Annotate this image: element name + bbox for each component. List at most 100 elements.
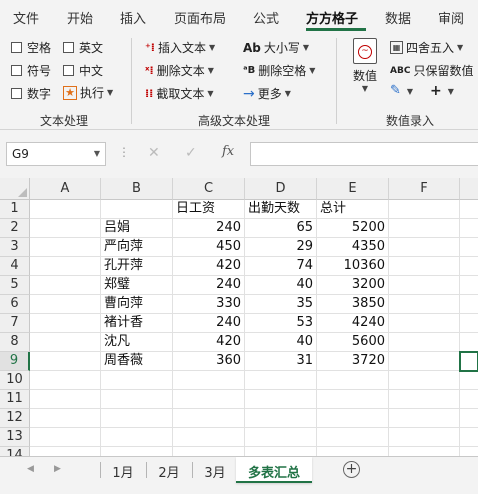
table-cell[interactable]: [245, 390, 317, 409]
table-cell[interactable]: [317, 390, 389, 409]
table-cell[interactable]: [30, 390, 101, 409]
table-cell[interactable]: 240: [173, 314, 245, 333]
table-cell[interactable]: [460, 371, 478, 390]
insert-text-button[interactable]: ⁺⁞ 插入文本 ▼: [145, 39, 215, 56]
sheet-tab-feb[interactable]: 2月: [147, 457, 191, 483]
checkbox-symbol[interactable]: 符号: [11, 62, 51, 79]
row-header[interactable]: 2: [0, 219, 30, 238]
extract-text-button[interactable]: ⁞⁞ 截取文本 ▼: [145, 85, 214, 102]
table-cell[interactable]: 35: [245, 295, 317, 314]
checkbox-box[interactable]: [63, 65, 74, 76]
table-cell[interactable]: [389, 295, 460, 314]
table-cell[interactable]: [30, 409, 101, 428]
checkbox-box[interactable]: [11, 65, 22, 76]
table-cell[interactable]: [173, 371, 245, 390]
table-cell[interactable]: [30, 428, 101, 447]
add-button[interactable]: + ▼: [430, 84, 454, 98]
row-header[interactable]: 13: [0, 428, 30, 447]
drag-handle-icon[interactable]: ⋮: [118, 145, 130, 159]
table-cell[interactable]: [460, 200, 478, 219]
table-cell[interactable]: 曹向萍: [101, 295, 173, 314]
table-cell[interactable]: [460, 219, 478, 238]
table-cell[interactable]: 严向萍: [101, 238, 173, 257]
row-header[interactable]: 12: [0, 409, 30, 428]
table-cell[interactable]: [389, 238, 460, 257]
table-cell[interactable]: [460, 390, 478, 409]
table-cell[interactable]: 5200: [317, 219, 389, 238]
delete-spaces-button[interactable]: ᵃB 删除空格 ▼: [243, 62, 315, 79]
round-button[interactable]: ▦ 四舍五入 ▼: [390, 39, 463, 56]
table-cell[interactable]: [389, 257, 460, 276]
table-cell[interactable]: 240: [173, 219, 245, 238]
edit-values-button[interactable]: ✎ ▼: [390, 84, 413, 97]
row-header[interactable]: 3: [0, 238, 30, 257]
table-cell[interactable]: [101, 409, 173, 428]
table-cell[interactable]: [101, 428, 173, 447]
row-header[interactable]: 4: [0, 257, 30, 276]
table-cell[interactable]: 日工资: [173, 200, 245, 219]
row-header[interactable]: 6: [0, 295, 30, 314]
table-cell[interactable]: [460, 333, 478, 352]
table-cell[interactable]: [389, 390, 460, 409]
sheet-tab-jan[interactable]: 1月: [101, 457, 145, 483]
table-cell[interactable]: 420: [173, 333, 245, 352]
tab-file[interactable]: 文件: [13, 8, 39, 27]
table-cell[interactable]: 10360: [317, 257, 389, 276]
column-header[interactable]: F: [389, 178, 460, 200]
table-cell[interactable]: [389, 314, 460, 333]
case-button[interactable]: Ab 大小写 ▼: [243, 39, 309, 56]
table-cell[interactable]: [389, 333, 460, 352]
table-cell[interactable]: [389, 276, 460, 295]
table-cell[interactable]: [389, 200, 460, 219]
select-all-corner[interactable]: [0, 178, 30, 200]
table-cell[interactable]: 5600: [317, 333, 389, 352]
table-cell[interactable]: 褚计香: [101, 314, 173, 333]
table-cell[interactable]: [173, 409, 245, 428]
tab-home[interactable]: 开始: [67, 8, 93, 27]
checkbox-english[interactable]: 英文: [63, 39, 103, 56]
table-cell[interactable]: [173, 428, 245, 447]
numeric-button[interactable]: ~ 数值 ▼: [350, 38, 380, 93]
checkbox-box[interactable]: [63, 42, 74, 53]
table-cell[interactable]: [460, 238, 478, 257]
row-header[interactable]: 5: [0, 276, 30, 295]
table-cell[interactable]: [460, 257, 478, 276]
row-header[interactable]: 7: [0, 314, 30, 333]
table-cell[interactable]: [30, 314, 101, 333]
table-cell[interactable]: [101, 371, 173, 390]
table-cell[interactable]: 40: [245, 333, 317, 352]
table-cell[interactable]: [460, 428, 478, 447]
column-header[interactable]: D: [245, 178, 317, 200]
row-header[interactable]: 11: [0, 390, 30, 409]
name-box[interactable]: G9 ▼: [6, 142, 106, 166]
table-cell[interactable]: 31: [245, 352, 317, 371]
chevron-down-icon[interactable]: ▼: [94, 149, 100, 158]
column-header[interactable]: A: [30, 178, 101, 200]
table-cell[interactable]: [245, 371, 317, 390]
table-cell[interactable]: [389, 219, 460, 238]
table-cell[interactable]: [30, 238, 101, 257]
table-cell[interactable]: [317, 371, 389, 390]
checkbox-number[interactable]: 数字: [11, 85, 51, 102]
table-cell[interactable]: [30, 333, 101, 352]
row-header[interactable]: 8: [0, 333, 30, 352]
active-cell-selection[interactable]: [459, 351, 478, 372]
enter-icon[interactable]: ✓: [185, 145, 197, 161]
checkbox-box[interactable]: [11, 42, 22, 53]
column-header[interactable]: B: [101, 178, 173, 200]
table-cell[interactable]: [317, 409, 389, 428]
tab-review[interactable]: 审阅: [438, 8, 464, 27]
function-icon[interactable]: fx: [222, 144, 234, 159]
sheet-tab-summary[interactable]: 多表汇总: [236, 457, 312, 483]
tab-fangfang[interactable]: 方方格子: [306, 8, 358, 27]
column-header[interactable]: E: [317, 178, 389, 200]
table-cell[interactable]: 29: [245, 238, 317, 257]
tab-formulas[interactable]: 公式: [253, 8, 279, 27]
table-cell[interactable]: [30, 276, 101, 295]
table-cell[interactable]: [30, 219, 101, 238]
table-cell[interactable]: 3720: [317, 352, 389, 371]
table-cell[interactable]: [460, 276, 478, 295]
table-cell[interactable]: [30, 295, 101, 314]
table-cell[interactable]: [245, 409, 317, 428]
row-header[interactable]: 9: [0, 352, 30, 371]
